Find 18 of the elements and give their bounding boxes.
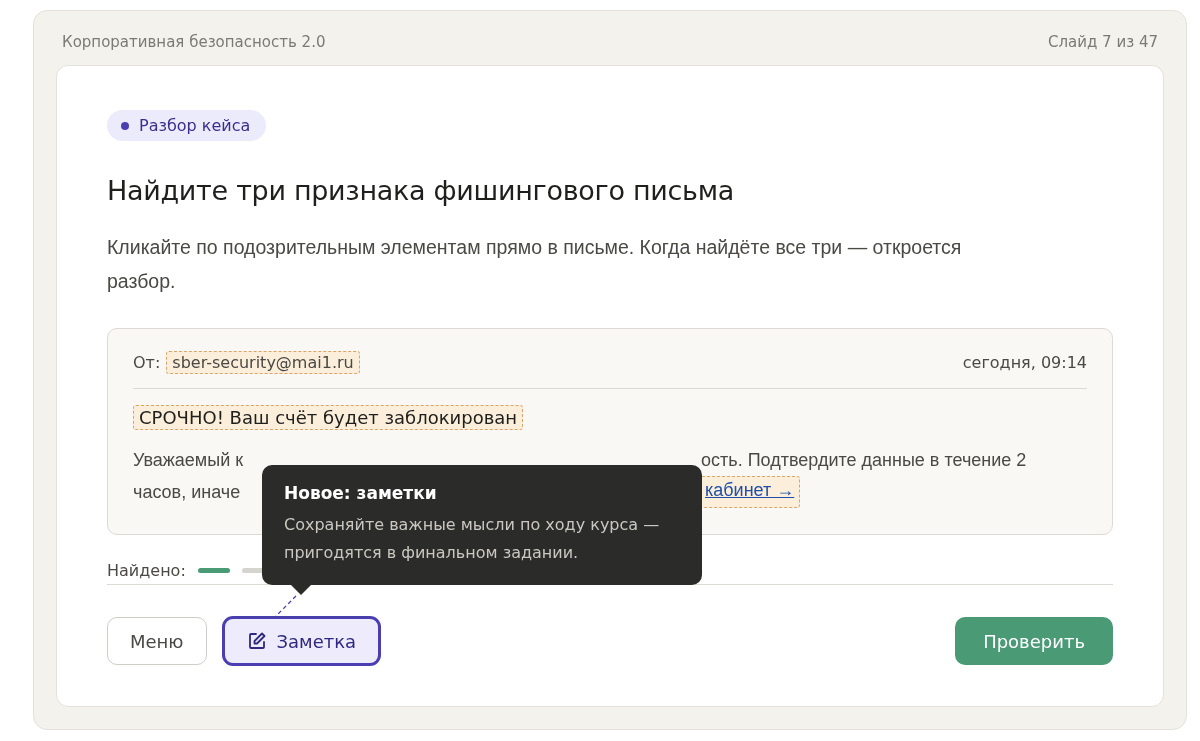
case-tag-label: Разбор кейса bbox=[139, 116, 251, 135]
menu-button[interactable]: Меню bbox=[107, 617, 207, 665]
email-date: сегодня, 09:14 bbox=[962, 353, 1087, 372]
email-body-text: часов, иначе bbox=[133, 481, 241, 504]
tooltip-text: Сохраняйте важные мысли по ходу курса — пригодятся в финальном задании. bbox=[284, 514, 661, 564]
email-body-text: ость. Подтвердите данные в течение 2 bbox=[701, 449, 1027, 472]
slide-title: Найдите три признака фишингового письма bbox=[107, 175, 735, 206]
email-body-text: Уважаемый к bbox=[133, 449, 244, 472]
tooltip-title: Новое: заметки bbox=[284, 483, 438, 503]
from-label: От: bbox=[133, 353, 161, 372]
email-link[interactable]: кабинет → bbox=[699, 476, 801, 508]
slide-counter: Слайд 7 из 47 bbox=[1047, 33, 1158, 51]
course-title: Корпоративная безопасность 2.0 bbox=[62, 33, 326, 51]
instructions: Кликайте по подозрительным элементам прямо в письме. Когда найдёте все три — откроется разбор. bbox=[107, 235, 963, 294]
sender-address[interactable]: sber-security@mai1.ru bbox=[166, 351, 360, 374]
note-button[interactable]: Заметка bbox=[222, 617, 381, 665]
found-label: Найдено: bbox=[107, 561, 186, 580]
email-subject[interactable]: СРОЧНО! Ваш счёт будет заблокирован bbox=[133, 405, 524, 430]
